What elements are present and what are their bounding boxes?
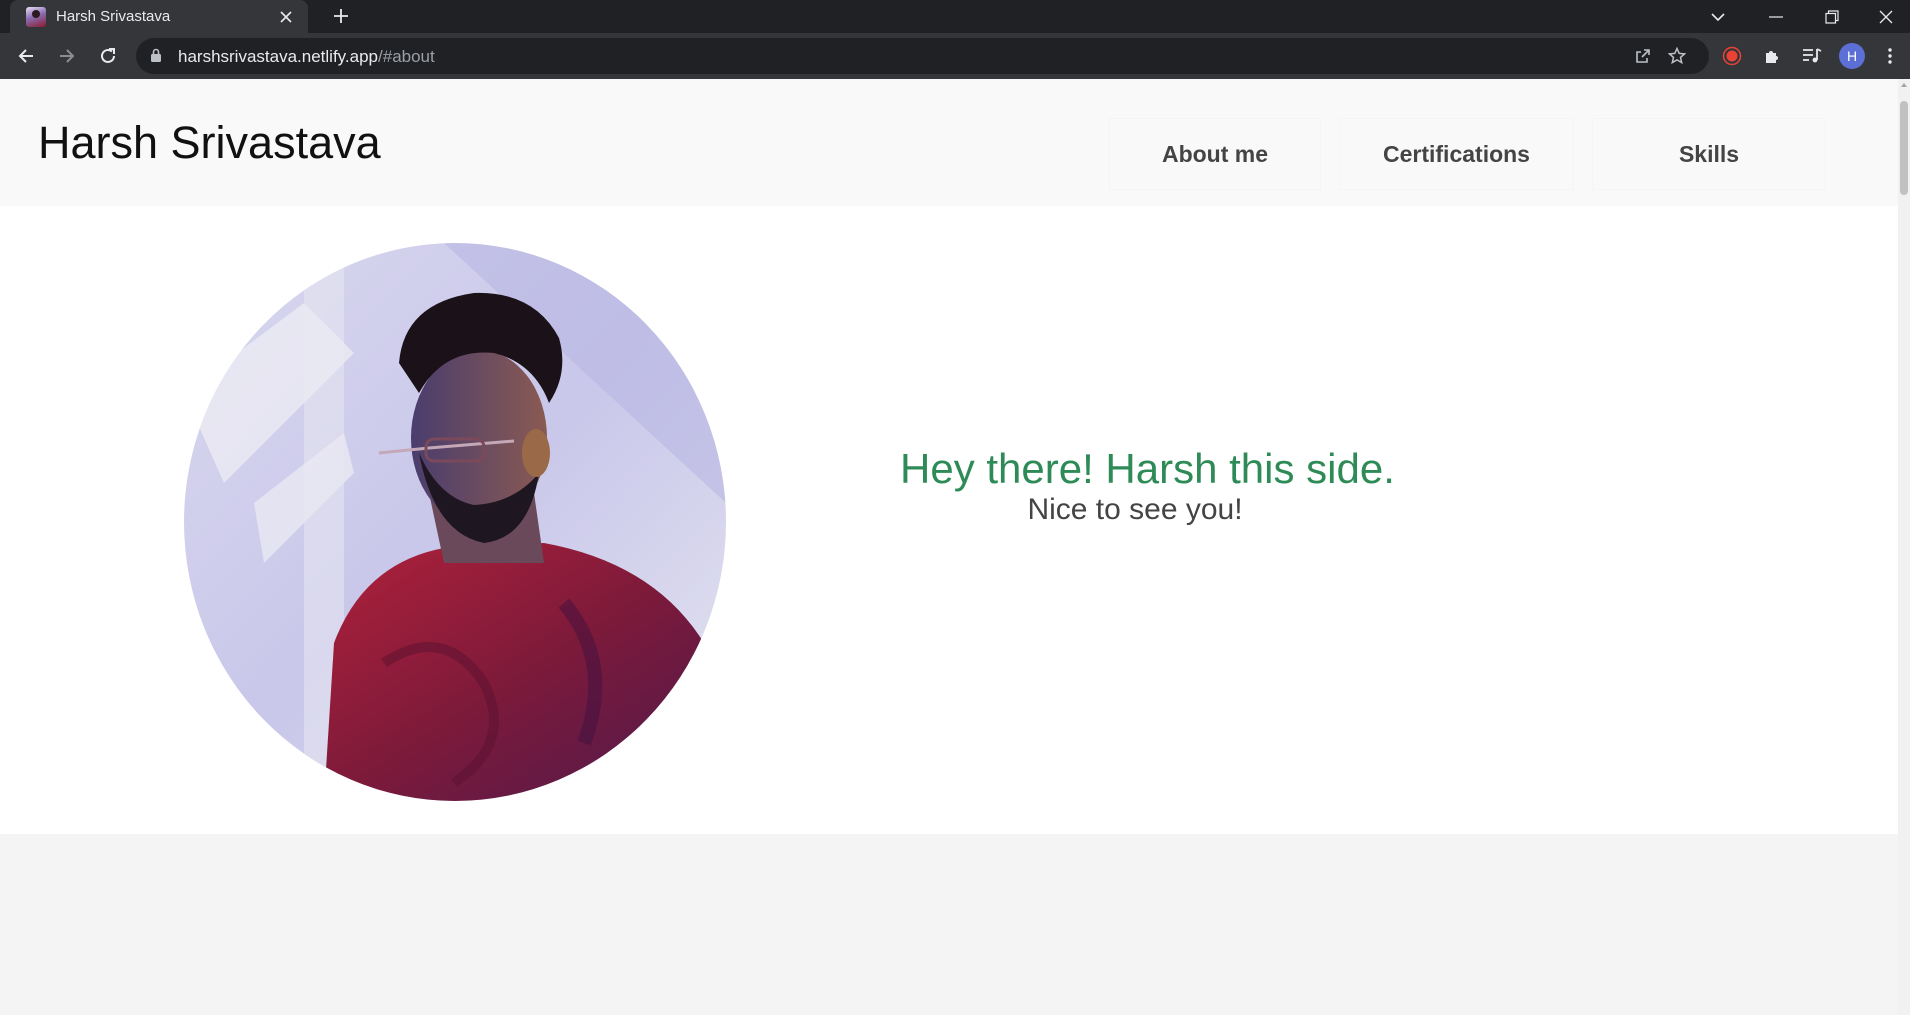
forward-icon[interactable] bbox=[51, 40, 83, 72]
reload-icon[interactable] bbox=[92, 40, 124, 72]
menu-kebab-icon[interactable] bbox=[1876, 40, 1904, 72]
about-section: Hey there! Harsh this side. Nice to see … bbox=[0, 206, 1898, 834]
site-header: Harsh Srivastava About me Certifications… bbox=[0, 79, 1898, 206]
back-icon[interactable] bbox=[10, 40, 42, 72]
nav-about-me[interactable]: About me bbox=[1110, 119, 1320, 189]
browser-toolbar: harshsrivastava.netlify.app/#about H bbox=[0, 33, 1910, 79]
extensions-puzzle-icon[interactable] bbox=[1756, 40, 1788, 72]
media-queue-icon[interactable] bbox=[1796, 40, 1828, 72]
tab-title: Harsh Srivastava bbox=[56, 8, 171, 25]
scroll-up-arrow-icon[interactable] bbox=[1901, 83, 1907, 87]
share-icon[interactable] bbox=[1631, 44, 1655, 68]
profile-initial: H bbox=[1839, 43, 1865, 69]
restore-icon[interactable] bbox=[1804, 0, 1860, 33]
url-host: harshsrivastava.netlify.app bbox=[178, 47, 379, 66]
bookmark-star-icon[interactable] bbox=[1665, 44, 1689, 68]
browser-tab[interactable]: Harsh Srivastava bbox=[10, 0, 308, 33]
page-viewport: Harsh Srivastava About me Certifications… bbox=[0, 79, 1898, 1015]
url-text: harshsrivastava.netlify.app/#about bbox=[178, 47, 435, 67]
address-bar[interactable]: harshsrivastava.netlify.app/#about bbox=[136, 38, 1709, 74]
scrollbar-thumb[interactable] bbox=[1900, 101, 1908, 195]
next-section-placeholder bbox=[0, 834, 1898, 1015]
tab-search-icon[interactable] bbox=[1690, 0, 1746, 33]
close-window-icon[interactable] bbox=[1862, 0, 1910, 33]
site-favicon-icon bbox=[26, 6, 46, 27]
greeting-heading: Hey there! Harsh this side. bbox=[900, 445, 1395, 492]
profile-photo bbox=[184, 243, 726, 801]
tab-strip: Harsh Srivastava bbox=[0, 0, 1910, 33]
profile-avatar[interactable]: H bbox=[1836, 40, 1868, 72]
greeting-subtext: Nice to see you! bbox=[1027, 493, 1243, 526]
page-scrollbar[interactable] bbox=[1898, 79, 1910, 1015]
record-extension-icon[interactable] bbox=[1716, 40, 1748, 72]
minimize-icon[interactable] bbox=[1748, 0, 1804, 33]
nav-certifications[interactable]: Certifications bbox=[1340, 119, 1573, 189]
lock-icon[interactable] bbox=[150, 48, 162, 68]
close-tab-icon[interactable] bbox=[276, 7, 296, 27]
url-path: /#about bbox=[378, 47, 435, 66]
new-tab-button[interactable] bbox=[326, 1, 356, 31]
site-name[interactable]: Harsh Srivastava bbox=[38, 117, 381, 169]
nav-skills[interactable]: Skills bbox=[1593, 119, 1825, 189]
